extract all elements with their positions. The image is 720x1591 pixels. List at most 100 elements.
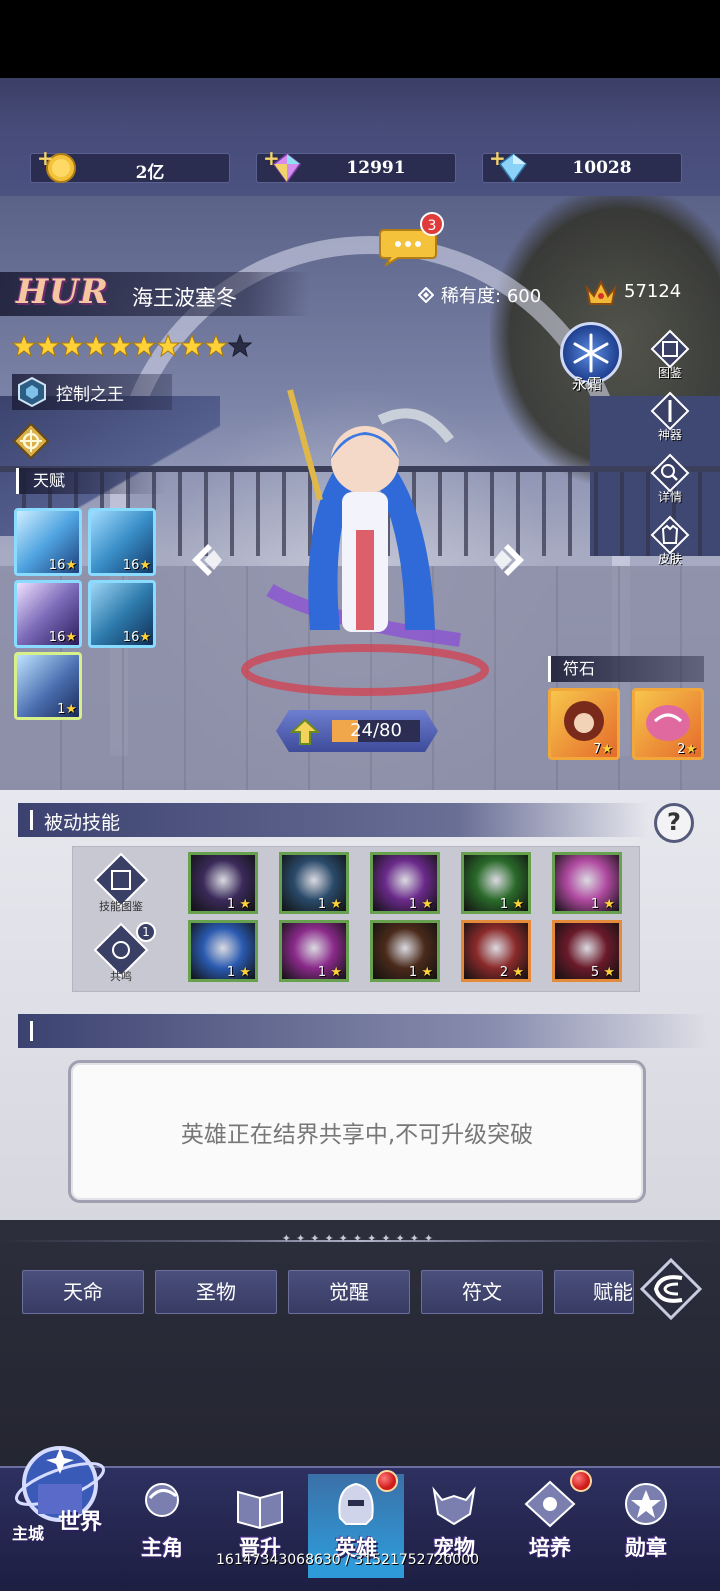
world-label: 世界 [58, 1509, 103, 1535]
pets-skull-icon [432, 1486, 476, 1526]
talent-slot[interactable]: 16★ [88, 580, 156, 648]
rune-slot[interactable]: 7★ [548, 688, 620, 760]
protagonist-label: 主角 [141, 1535, 183, 1560]
notice-text: 英雄正在结界共享中,不可升级突破 [180, 1122, 534, 1148]
level-star-icon: ★ [417, 965, 433, 980]
skill-codex-button[interactable]: 技能图鉴 [84, 852, 158, 914]
faction-badge-icon[interactable] [12, 422, 50, 460]
level-star-icon: ★ [65, 630, 77, 645]
passive-skill-level: 1 ★ [499, 897, 524, 912]
rune-level: 2★ [677, 742, 697, 757]
add-gold-icon[interactable]: + [37, 146, 54, 170]
passive-skill-slot[interactable]: 1 ★ [370, 920, 440, 982]
hero-exp-bar[interactable]: 24/80 [276, 706, 438, 756]
nav-cultivate[interactable]: 培养 [502, 1478, 598, 1578]
codex-button[interactable]: 图鉴 [646, 328, 694, 390]
hero-detail-screen: + 2亿 + 12991 + 10028 3 HUR 海王波塞冬 稀有度: 60… [0, 0, 720, 1591]
passive-skill-level: 1 ★ [591, 897, 615, 911]
cultivate-label: 培养 [529, 1535, 571, 1560]
tab-relic[interactable]: 圣物 [155, 1270, 277, 1314]
passive-skill-slot[interactable]: 1 ★ [188, 852, 258, 914]
level-star-icon: ★ [601, 742, 613, 757]
tab-empower[interactable]: 赋能 [554, 1270, 634, 1314]
level-star-icon: ★ [235, 897, 251, 912]
rune-slot[interactable]: 2★ [632, 688, 704, 760]
city-label: 主城 [12, 1524, 45, 1543]
world-city-button[interactable]: 世界 主城 [8, 1440, 112, 1558]
star-filled-icon [204, 334, 228, 358]
add-diamond-icon[interactable]: + [489, 146, 506, 170]
chat-button[interactable]: 3 [378, 212, 444, 268]
codex-label: 图鉴 [657, 366, 682, 380]
passive-skill-level: 1 ★ [317, 897, 342, 912]
talent-slot[interactable]: 16★ [14, 508, 82, 576]
level-star-icon: ★ [685, 742, 697, 757]
resonance-badge: 1 [136, 922, 156, 942]
previous-hero-arrow-icon[interactable] [188, 540, 228, 580]
level-star-icon: ★ [417, 897, 433, 912]
tab-rune-text[interactable]: 符文 [421, 1270, 543, 1314]
passive-skill-slot[interactable]: 1 ★ [188, 920, 258, 982]
diamond-value: 10028 [572, 158, 632, 178]
gold-value: 2亿 [135, 163, 165, 183]
level-star-icon: ★ [139, 630, 151, 645]
star-filled-icon [156, 334, 180, 358]
hero-title-badge[interactable]: 控制之王 [12, 374, 172, 410]
rune-level: 7★ [593, 742, 613, 757]
nav-protagonist[interactable]: 主角 [114, 1478, 210, 1578]
add-rainbow-gem-icon[interactable]: + [263, 146, 280, 170]
passive-skill-slot[interactable]: 1 ★ [279, 852, 349, 914]
resonance-button[interactable]: 1 共鸣 [84, 922, 158, 984]
details-button[interactable]: 详情 [646, 452, 694, 514]
rainbow-gem-currency[interactable]: + 12991 [256, 146, 456, 184]
power-value: 57124 [624, 281, 682, 302]
help-button[interactable]: ? [654, 803, 694, 843]
level-star-icon: ★ [139, 558, 151, 573]
details-label: 详情 [657, 490, 682, 504]
artifact-label: 神器 [657, 428, 682, 442]
cultivate-notification-dot [570, 1470, 592, 1492]
nav-medals[interactable]: 勋章 [598, 1478, 694, 1578]
talent-level: 1★ [57, 702, 77, 717]
tab-destiny[interactable]: 天命 [22, 1270, 144, 1314]
passive-skill-level: 1 ★ [226, 897, 251, 912]
diamond-currency[interactable]: + 10028 [482, 146, 682, 184]
star-filled-icon [60, 334, 84, 358]
skin-button[interactable]: 皮肤 [646, 514, 694, 576]
passive-skill-slot[interactable]: 1 ★ [552, 852, 622, 914]
more-tabs-logo-icon[interactable] [638, 1256, 704, 1322]
passive-skill-level-value: 1 [226, 897, 236, 912]
header-accent-bar [30, 810, 33, 830]
star-filled-icon [180, 334, 204, 358]
passive-skill-slot[interactable]: 1 ★ [461, 852, 531, 914]
passive-skill-slot[interactable]: 1 ★ [279, 920, 349, 982]
rarity-label: 稀有度: [441, 286, 502, 307]
passive-skill-slot[interactable]: 5 ★ [552, 920, 622, 982]
breakthrough-header [18, 1014, 708, 1048]
medals-label: 勋章 [625, 1535, 667, 1560]
artifact-button[interactable]: 神器 [646, 390, 694, 452]
breakthrough-notice: 英雄正在结界共享中,不可升级突破 [68, 1060, 646, 1203]
talent-slot[interactable]: 16★ [14, 580, 82, 648]
level-star-icon: ★ [508, 897, 524, 912]
level-up-arrow-icon [290, 718, 320, 745]
element-label: 永霜 [572, 375, 603, 393]
chat-count-badge: 3 [420, 212, 444, 236]
passive-skill-level: 5 ★ [591, 965, 615, 979]
tab-awaken[interactable]: 觉醒 [288, 1270, 410, 1314]
passive-skill-level-value: 1 [499, 897, 509, 912]
hero-character-art[interactable] [230, 380, 500, 700]
gold-currency[interactable]: + 2亿 [30, 146, 230, 183]
talent-slot[interactable]: 1★ [14, 652, 82, 720]
level-star-icon: ★ [508, 965, 524, 980]
passive-skills-header: 被动技能 [18, 803, 648, 837]
passive-skill-level: 1 ★ [409, 897, 433, 912]
passive-skill-slot[interactable]: 2 ★ [461, 920, 531, 982]
passive-skill-slot[interactable]: 1 ★ [370, 852, 440, 914]
crown-icon [585, 279, 617, 305]
skin-label: 皮肤 [657, 552, 682, 566]
talent-slot[interactable]: 16★ [88, 508, 156, 576]
passive-skill-level-value: 1 [317, 897, 327, 912]
heroes-notification-dot [376, 1470, 398, 1492]
talent-level: 16★ [49, 630, 77, 645]
